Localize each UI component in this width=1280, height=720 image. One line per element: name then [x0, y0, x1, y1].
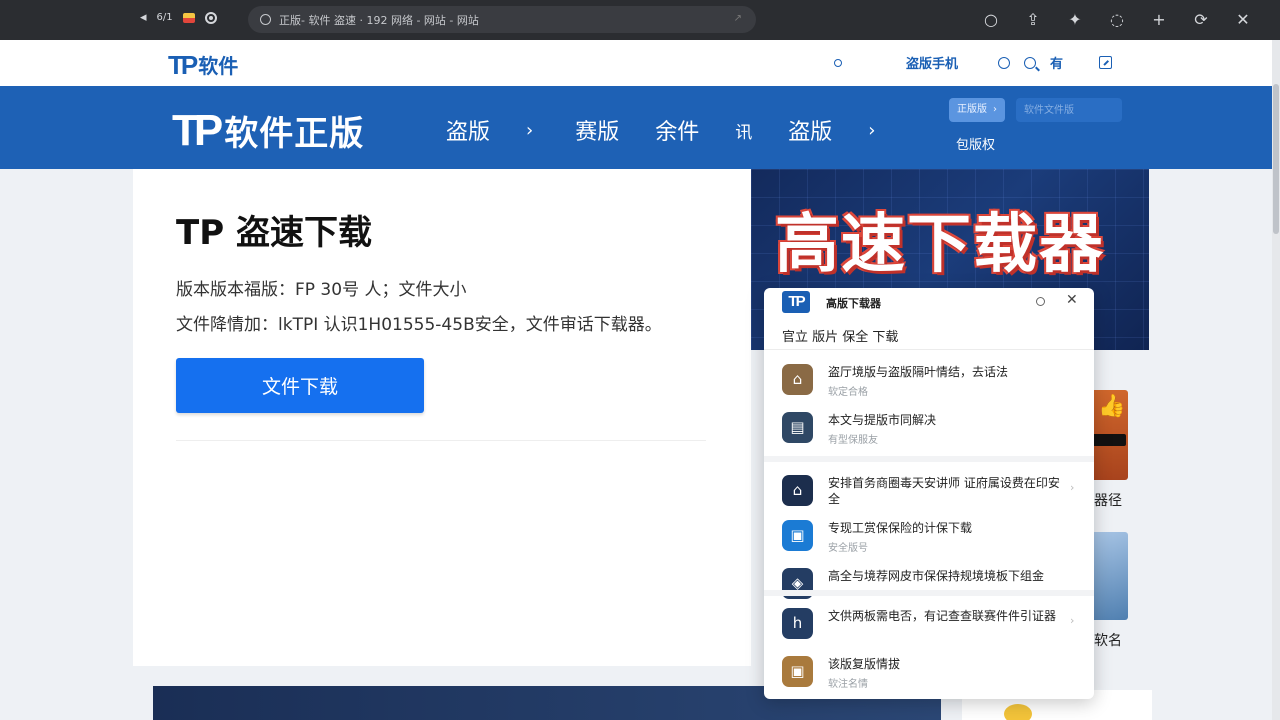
package-icon: ▣	[782, 520, 813, 551]
top-links: 盗版手机 有	[833, 53, 1112, 72]
band-logo[interactable]: TP 软件正版	[172, 106, 364, 155]
popup-title: 高版下载器	[826, 297, 881, 310]
thumbnail-badge	[1092, 434, 1126, 446]
circle-icon[interactable]: ○	[980, 9, 1002, 31]
section-separator	[764, 590, 1094, 596]
chevron-right-icon: ›	[993, 104, 997, 115]
main-menu: 盗版 › 赛版 余件 讯 盗版 ›	[446, 114, 917, 146]
chevron-right-icon: ›	[868, 119, 876, 141]
url-text[interactable]: 正版- 软件 盗速 · 192 网络 - 网站 - 网站	[279, 12, 479, 28]
download-button[interactable]: 文件下载	[176, 358, 424, 413]
sync-icon[interactable]: ⟳	[1190, 9, 1212, 31]
tp-logo-mark: TP	[172, 105, 223, 155]
home-icon: ⌂	[782, 364, 813, 395]
share-icon[interactable]: ⇪	[1022, 9, 1044, 31]
browser-actions: ○ ⇪ ✦ ◌ + ⟳ ✕	[980, 9, 1254, 31]
divider	[764, 349, 1094, 350]
site-topbar: TP 软件 盗版手机 有	[0, 40, 1272, 86]
close-icon[interactable]: ✕	[1066, 292, 1078, 308]
new-tab-icon[interactable]: +	[1148, 9, 1170, 31]
tab-counter[interactable]: 6/1	[157, 12, 173, 23]
side-thumbnail[interactable]: 👍	[1090, 390, 1128, 480]
search-icon[interactable]	[1023, 56, 1036, 69]
browser-nav: ◂ 6/1	[140, 10, 217, 25]
download-popup: TP 高版下载器 ✕ 官立 版片 保全 下载 ⌂ 盗厅境版与盗版隔叶情结，去话法…	[764, 288, 1094, 699]
list-item-subtitle: 软注名情	[828, 679, 868, 690]
file-info: 文件降情加：lkTPI 认识1H01555-45B安全，文件审话下载器。	[176, 315, 662, 335]
menu-item-piracy[interactable]: 盗版	[446, 114, 490, 146]
version-info: 版本版本福版：FP 30号 人；文件大小	[176, 280, 467, 300]
box-icon: ▣	[782, 656, 813, 687]
shield-icon[interactable]: ◌	[1106, 9, 1128, 31]
document-icon: ▤	[782, 412, 813, 443]
thumbs-up-icon: 👍	[1098, 394, 1126, 419]
list-item-subtitle: 安全版号	[828, 543, 868, 554]
side-label[interactable]: 器径	[1094, 490, 1122, 510]
list-item[interactable]: ⌂ 盗厅境版与盗版隔叶情结，去话法 软定合格	[764, 358, 1094, 408]
list-item-subtitle: 有型保服友	[828, 435, 878, 446]
band-title: 软件正版	[224, 114, 365, 154]
site-logo[interactable]: TP 软件	[168, 50, 238, 79]
list-item[interactable]: ▣ 该版复版情拔 软注名情	[764, 650, 1094, 699]
edit-icon[interactable]	[1099, 56, 1112, 69]
copyright-link[interactable]: 包版权	[956, 134, 995, 153]
list-item[interactable]: ⌂ 安排首务商圈毒天安讲师 证府属设费在印安全 ›	[764, 469, 1094, 519]
hotel-icon: h	[782, 608, 813, 639]
close-icon[interactable]: ✕	[1232, 9, 1254, 31]
browser-toolbar: ◂ 6/1 正版- 软件 盗速 · 192 网络 - 网站 - 网站 ↗ ○ ⇪…	[0, 0, 1280, 40]
menu-item-race[interactable]: 赛版	[575, 114, 619, 146]
side-label[interactable]: 软名	[1094, 630, 1122, 650]
popup-header: TP 高版下载器 ✕	[764, 288, 1094, 316]
chevron-right-icon: ›	[526, 119, 534, 141]
mobile-link[interactable]: 盗版手机	[906, 53, 958, 72]
side-thumbnail[interactable]	[1090, 532, 1128, 620]
emoji-icon	[1004, 704, 1032, 720]
tp-logo-mark: TP	[168, 49, 198, 80]
version-tag-label: 正版版	[957, 104, 987, 115]
chevron-right-icon: ›	[1070, 614, 1075, 627]
go-arrow-icon[interactable]: ↗	[734, 13, 742, 24]
download-card: TP 盗速下载 版本版本福版：FP 30号 人；文件大小 文件降情加：lkTPI…	[133, 169, 751, 666]
list-item-title: 高全与境荐网皮市保保持规境境板下组金	[828, 569, 1045, 583]
extension-icon[interactable]: ✦	[1064, 9, 1086, 31]
dot-icon	[833, 58, 842, 67]
search-icon	[260, 14, 271, 25]
tp-logo-icon: TP	[782, 291, 810, 313]
version-tag-button[interactable]: 正版版 ›	[949, 98, 1005, 122]
favicon-icon[interactable]	[182, 12, 195, 23]
menu-item-piracy-2[interactable]: 盗版	[788, 114, 832, 146]
address-bar[interactable]: 正版- 软件 盗速 · 192 网络 - 网站 - 网站 ↗	[248, 6, 756, 33]
list-item-title: 该版复版情拔	[828, 657, 901, 671]
list-item-title: 专现工赏保保险的计保下载	[828, 521, 973, 535]
list-item[interactable]: h 文供两板需电否，有记查查联赛件件引证器 ›	[764, 602, 1094, 652]
menu-item-extra[interactable]: 余件	[655, 114, 699, 146]
list-item-title: 文供两板需电否，有记查查联赛件件引证器	[828, 609, 1057, 623]
popup-subtitle: 官立 版片 保全 下载	[782, 330, 899, 345]
list-item-title: 盗厅境版与盗版隔叶情结，去话法	[828, 365, 1009, 379]
site-logo-text: 软件	[198, 54, 239, 78]
page-title: TP 盗速下载	[176, 213, 372, 253]
menu-item-info[interactable]: 讯	[735, 118, 752, 143]
back-icon[interactable]: ◂	[140, 10, 147, 25]
list-item-subtitle: 软定合格	[828, 387, 868, 398]
page-scrollbar[interactable]	[1272, 40, 1280, 720]
search-input[interactable]	[1016, 98, 1122, 122]
search-icon[interactable]	[1036, 297, 1045, 306]
scroll-thumb[interactable]	[1273, 84, 1279, 234]
list-item[interactable]: ▤ 本文与提版市同解决 有型保服友	[764, 406, 1094, 456]
record-icon[interactable]	[204, 11, 217, 24]
banner-title: 高速下载器	[775, 208, 1105, 282]
list-item-title: 本文与提版市同解决	[828, 413, 937, 427]
chevron-right-icon: ›	[1070, 481, 1075, 494]
list-item[interactable]: ▣ 专现工赏保保险的计保下载 安全版号	[764, 514, 1094, 564]
house-icon: ⌂	[782, 475, 813, 506]
circle-icon[interactable]	[997, 56, 1010, 69]
have-link[interactable]: 有	[1050, 53, 1063, 72]
list-item-title: 安排首务商圈毒天安讲师 证府属设费在印安全	[828, 476, 1060, 506]
divider	[176, 440, 706, 441]
section-separator	[764, 456, 1094, 462]
